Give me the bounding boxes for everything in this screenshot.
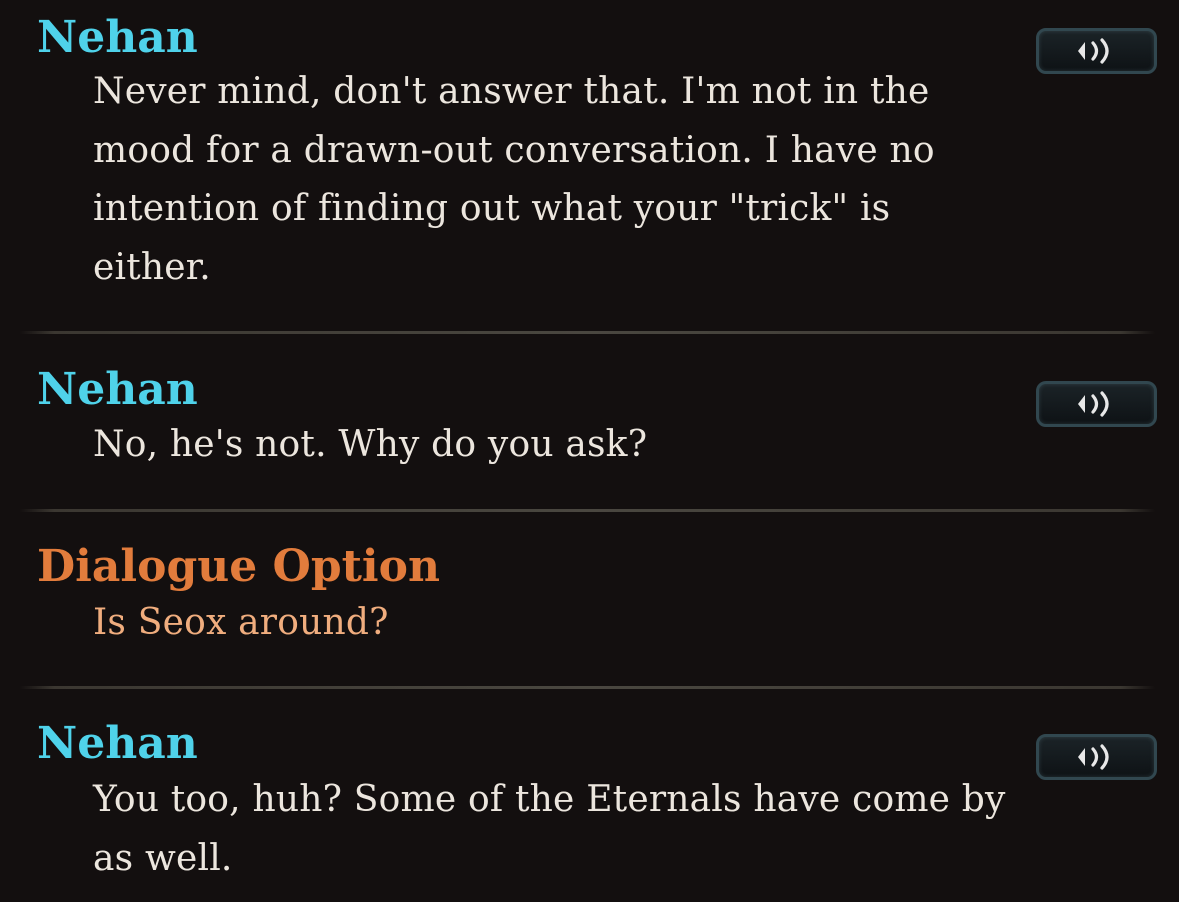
entry-divider [20,509,1155,512]
dialogue-line: You too, huh? Some of the Eternals have … [93,779,1006,879]
speaker-name: Nehan [37,12,198,63]
speaker-volume-icon [1077,744,1109,770]
play-voice-button[interactable] [1036,381,1157,427]
play-voice-button[interactable] [1036,28,1157,74]
dialogue-option-text: Is Seox around? [93,602,389,643]
dialogue-option-label: Dialogue Option [37,541,440,592]
speaker-name: Nehan [37,364,198,415]
speaker-name: Nehan [37,718,198,769]
play-voice-button[interactable] [1036,734,1157,780]
dialogue-line: Never mind, don't answer that. I'm not i… [93,71,935,288]
entry-divider [20,331,1155,334]
entry-divider [20,686,1155,689]
speaker-volume-icon [1077,38,1109,64]
speaker-volume-icon [1077,391,1109,417]
dialogue-line: No, he's not. Why do you ask? [93,424,648,465]
